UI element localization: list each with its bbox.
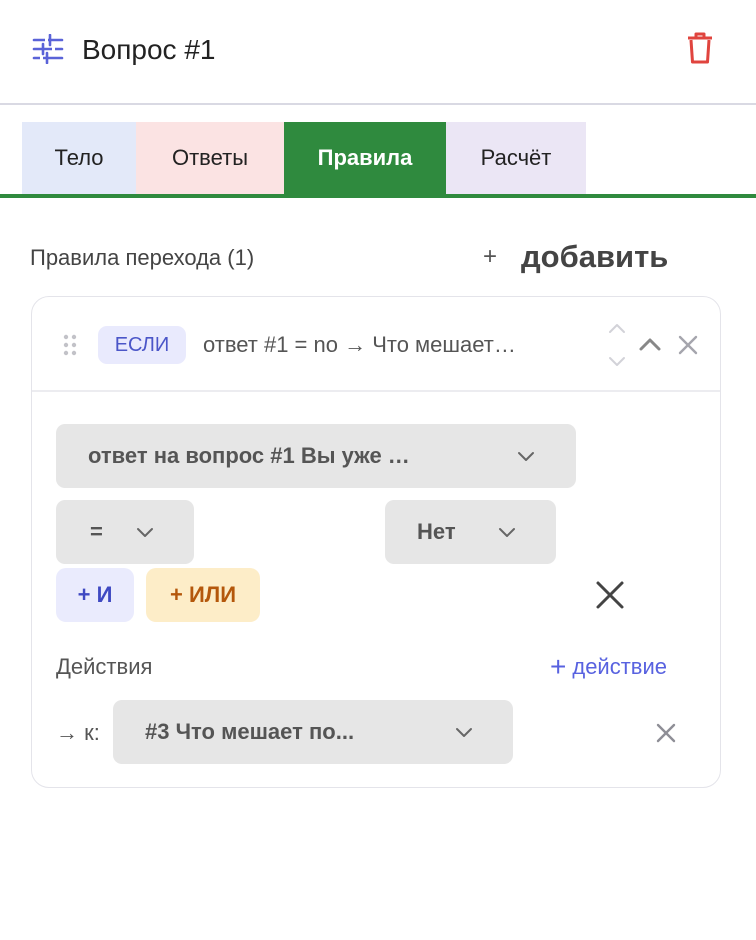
trash-icon[interactable] (684, 31, 716, 65)
add-and-condition-button[interactable]: + И (56, 568, 134, 622)
if-badge: ЕСЛИ (98, 326, 186, 364)
operator-select-value: = (90, 519, 103, 544)
chevron-down-icon (518, 452, 534, 461)
question-select-value: ответ на вопрос #1 Вы уже … (88, 443, 410, 468)
remove-condition-icon[interactable] (594, 579, 626, 611)
goto-prefix: → к: (56, 720, 100, 745)
tabs-underline (0, 194, 756, 198)
goto-question-select[interactable]: #3 Что мешает по... (113, 700, 513, 764)
header-divider (0, 103, 756, 105)
rule-card-divider (32, 390, 720, 392)
goto-select-value: #3 Что мешает по... (145, 719, 355, 744)
value-select-value: Нет (417, 519, 456, 544)
add-action-button[interactable]: + действие (550, 650, 667, 684)
rules-section-title: Правила перехода (1) (30, 245, 255, 270)
remove-action-icon[interactable] (655, 722, 677, 744)
value-select[interactable]: Нет (385, 500, 556, 564)
reorder-icon[interactable] (606, 322, 628, 368)
plus-icon[interactable]: + (483, 240, 497, 274)
page-title: Вопрос #1 (82, 34, 216, 65)
add-rule-button[interactable]: добавить (521, 237, 668, 277)
chevron-down-icon (137, 528, 153, 537)
actions-label: Действия (56, 654, 153, 679)
close-icon[interactable] (677, 334, 699, 356)
question-select[interactable]: ответ на вопрос #1 Вы уже … (56, 424, 576, 488)
tab-calculation[interactable]: Расчёт (446, 122, 586, 194)
chevron-down-icon (456, 728, 472, 737)
chevron-down-icon (499, 528, 515, 537)
tab-body[interactable]: Тело (22, 122, 136, 194)
add-action-label: действие (572, 654, 668, 679)
tab-answers[interactable]: Ответы (136, 122, 284, 194)
drag-handle-icon[interactable] (60, 333, 80, 357)
tab-rules[interactable]: Правила (284, 122, 446, 194)
plus-icon: + (550, 651, 567, 682)
add-or-condition-button[interactable]: + ИЛИ (146, 568, 260, 622)
sliders-icon[interactable] (32, 34, 64, 64)
chevron-up-icon[interactable] (638, 332, 662, 356)
rule-summary[interactable]: ответ #1 = no → Что мешает… (203, 328, 598, 362)
operator-select[interactable]: = (56, 500, 194, 564)
